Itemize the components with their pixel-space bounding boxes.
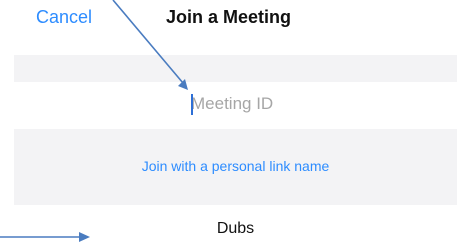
header-bar: Cancel Join a Meeting xyxy=(0,0,457,44)
meeting-id-row xyxy=(14,82,457,129)
meeting-id-input[interactable] xyxy=(191,91,341,117)
text-caret xyxy=(191,94,193,115)
join-personal-link-button[interactable]: Join with a personal link name xyxy=(14,158,457,174)
personal-link-section: Join with a personal link name xyxy=(14,129,457,205)
display-name-row: Dubs xyxy=(14,205,457,245)
section-spacer xyxy=(14,55,457,82)
display-name-field[interactable]: Dubs xyxy=(14,220,457,238)
page-title: Join a Meeting xyxy=(165,7,291,27)
